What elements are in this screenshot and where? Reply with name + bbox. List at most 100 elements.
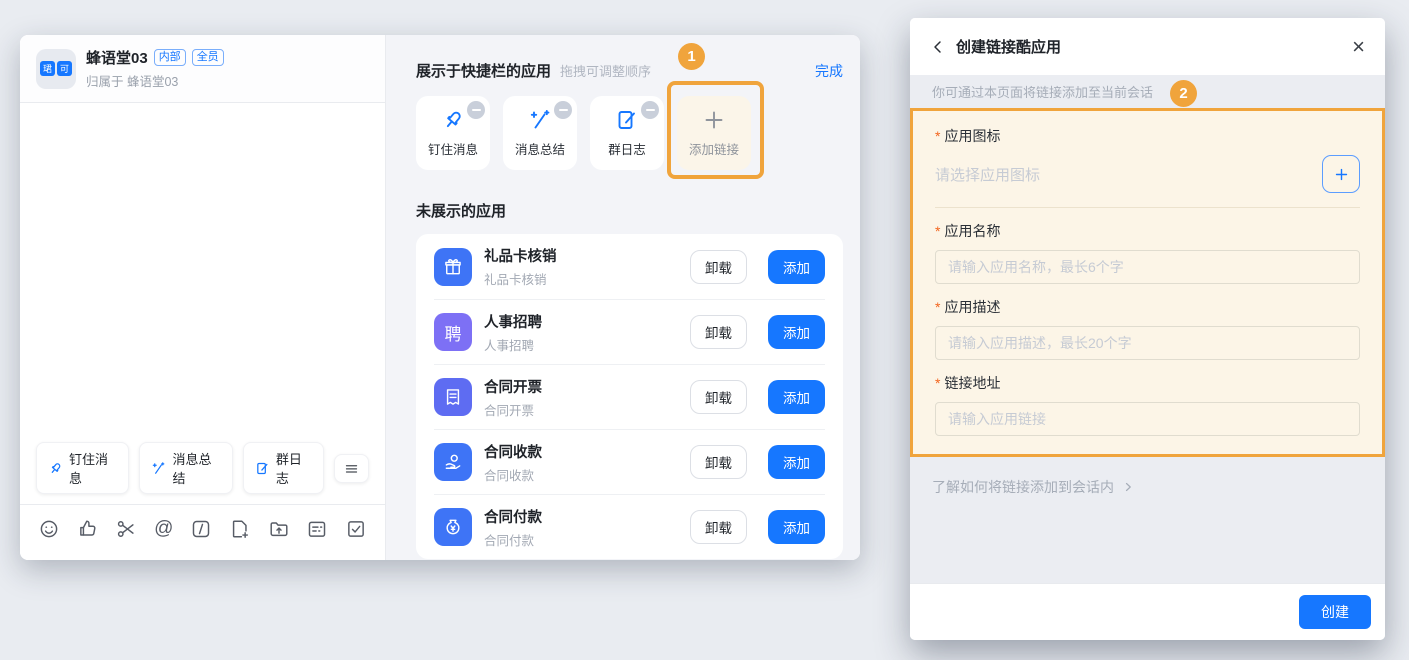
dialog-header: 创建链接酷应用 × [910, 18, 1385, 75]
chip-label: 消息总结 [172, 449, 220, 487]
invoice-icon [434, 378, 472, 416]
dialog-body: 了解如何将链接添加到会话内 [910, 457, 1385, 583]
recruit-char-icon: 聘 [434, 313, 472, 351]
chat-title-block: 蜂语堂03 内部 全员 归属于 蜂语堂03 [86, 47, 224, 90]
chip-label: 群日志 [276, 449, 312, 487]
avatar-tile: 珺 [40, 61, 55, 76]
app-name: 合同付款 [484, 506, 678, 527]
uninstall-button[interactable]: 卸载 [690, 250, 747, 284]
app-desc: 合同收款 [484, 465, 678, 484]
field-app-desc: *应用描述 [935, 297, 1360, 360]
add-button[interactable]: 添加 [768, 510, 825, 544]
group-avatar: 珺 可 [36, 49, 76, 89]
field-link-url: *链接地址 [935, 373, 1360, 436]
journal-icon [615, 108, 639, 132]
app-name-input[interactable] [935, 250, 1360, 284]
scissors-icon[interactable] [115, 518, 137, 540]
magic-wand-icon [528, 108, 552, 132]
app-name: 合同收款 [484, 441, 678, 462]
settings-title: 展示于快捷栏的应用 [416, 60, 551, 81]
chip-message-summary[interactable]: 消息总结 [139, 442, 232, 494]
quickbar-apps-row: 钉住消息 消息总结 群日志 1 [416, 96, 843, 170]
chip-more-menu[interactable] [334, 454, 369, 483]
quick-card-group-journal[interactable]: 群日志 [590, 96, 664, 170]
dialog-subtitle-strip: 你可通过本页面将链接添加至当前会话 2 [910, 75, 1385, 108]
field-label: 应用名称 [944, 223, 1000, 239]
group-subtitle: 归属于 蜂语堂03 [86, 71, 224, 90]
quick-card-label: 钉住消息 [428, 139, 478, 158]
group-chat-window: 珺 可 蜂语堂03 内部 全员 归属于 蜂语堂03 钉住消息 [20, 35, 860, 560]
app-desc-input[interactable] [935, 326, 1360, 360]
hidden-apps-title: 未展示的应用 [416, 200, 843, 221]
done-button[interactable]: 完成 [815, 61, 843, 81]
list-item-contract-receive: 合同收款 合同收款 卸载 添加 [434, 429, 825, 494]
remove-icon[interactable] [467, 101, 485, 119]
mention-icon[interactable]: @ [154, 518, 173, 540]
slash-command-icon[interactable] [190, 518, 212, 540]
add-button[interactable]: 添加 [768, 250, 825, 284]
avatar-tile: 可 [57, 61, 72, 76]
quickbar-settings-panel: 展示于快捷栏的应用 拖拽可调整顺序 完成 钉住消息 消息总结 [385, 35, 860, 560]
add-button[interactable]: 添加 [768, 380, 825, 414]
back-icon[interactable] [930, 39, 946, 55]
list-item-contract-pay: 合同付款 合同付款 卸载 添加 [434, 494, 825, 559]
list-item-gift-card: 礼品卡核销 礼品卡核销 卸载 添加 [434, 234, 825, 299]
uninstall-button[interactable]: 卸载 [690, 315, 747, 349]
quick-card-add-link[interactable]: 添加链接 [677, 96, 751, 170]
app-name: 礼品卡核销 [484, 245, 678, 266]
add-button[interactable]: 添加 [768, 315, 825, 349]
field-app-icon: *应用图标 请选择应用图标 [935, 126, 1360, 208]
journal-icon [255, 461, 270, 476]
required-mark: * [935, 128, 940, 144]
chip-pin-message[interactable]: 钉住消息 [36, 442, 129, 494]
thumbs-up-icon[interactable] [77, 518, 99, 540]
icon-picker-placeholder: 请选择应用图标 [935, 164, 1322, 185]
dialog-subtitle: 你可通过本页面将链接添加至当前会话 [932, 82, 1153, 101]
select-icon-button[interactable] [1322, 155, 1360, 193]
app-name: 合同开票 [484, 376, 678, 397]
quick-chips-row: 钉住消息 消息总结 群日志 [20, 434, 385, 504]
settings-header: 展示于快捷栏的应用 拖拽可调整顺序 完成 [416, 60, 843, 81]
field-label: 应用描述 [944, 299, 1000, 315]
quick-card-label: 消息总结 [515, 139, 565, 158]
file-add-icon[interactable] [229, 518, 251, 540]
quick-card-pin-message[interactable]: 钉住消息 [416, 96, 490, 170]
uninstall-button[interactable]: 卸载 [690, 445, 747, 479]
chat-header: 珺 可 蜂语堂03 内部 全员 归属于 蜂语堂03 [20, 35, 385, 103]
pin-icon [441, 108, 465, 132]
schedule-icon[interactable] [306, 518, 328, 540]
list-item-recruiting: 聘 人事招聘 人事招聘 卸载 添加 [434, 299, 825, 364]
quick-card-message-summary[interactable]: 消息总结 [503, 96, 577, 170]
app-desc: 礼品卡核销 [484, 269, 678, 288]
plus-icon [702, 108, 726, 132]
field-label: 链接地址 [944, 375, 1000, 391]
create-button[interactable]: 创建 [1299, 595, 1371, 629]
close-icon[interactable]: × [1352, 36, 1365, 58]
settings-hint: 拖拽可调整顺序 [560, 61, 651, 80]
link-url-input[interactable] [935, 402, 1360, 436]
menu-icon [344, 461, 359, 476]
field-app-name: *应用名称 [935, 221, 1360, 284]
todo-icon[interactable] [345, 518, 367, 540]
help-link[interactable]: 了解如何将链接添加到会话内 [932, 477, 1363, 497]
emoji-icon[interactable] [38, 518, 60, 540]
hidden-apps-list: 礼品卡核销 礼品卡核销 卸载 添加 聘 人事招聘 人事招聘 卸载 添加 [416, 234, 843, 559]
create-link-app-dialog: 创建链接酷应用 × 你可通过本页面将链接添加至当前会话 2 *应用图标 请选择应… [910, 18, 1385, 640]
quick-card-label: 添加链接 [689, 139, 739, 158]
group-title: 蜂语堂03 [86, 47, 148, 68]
chip-label: 钉住消息 [69, 449, 117, 487]
uninstall-button[interactable]: 卸载 [690, 510, 747, 544]
add-button[interactable]: 添加 [768, 445, 825, 479]
pin-icon [48, 461, 63, 476]
list-item-contract-invoice: 合同开票 合同开票 卸载 添加 [434, 364, 825, 429]
remove-icon[interactable] [554, 101, 572, 119]
app-name: 人事招聘 [484, 311, 678, 332]
uninstall-button[interactable]: 卸载 [690, 380, 747, 414]
dialog-title: 创建链接酷应用 [956, 36, 1061, 57]
required-mark: * [935, 375, 940, 391]
gift-icon [434, 248, 472, 286]
remove-icon[interactable] [641, 101, 659, 119]
folder-upload-icon[interactable] [268, 518, 290, 540]
app-desc: 人事招聘 [484, 335, 678, 354]
chip-group-journal[interactable]: 群日志 [243, 442, 324, 494]
